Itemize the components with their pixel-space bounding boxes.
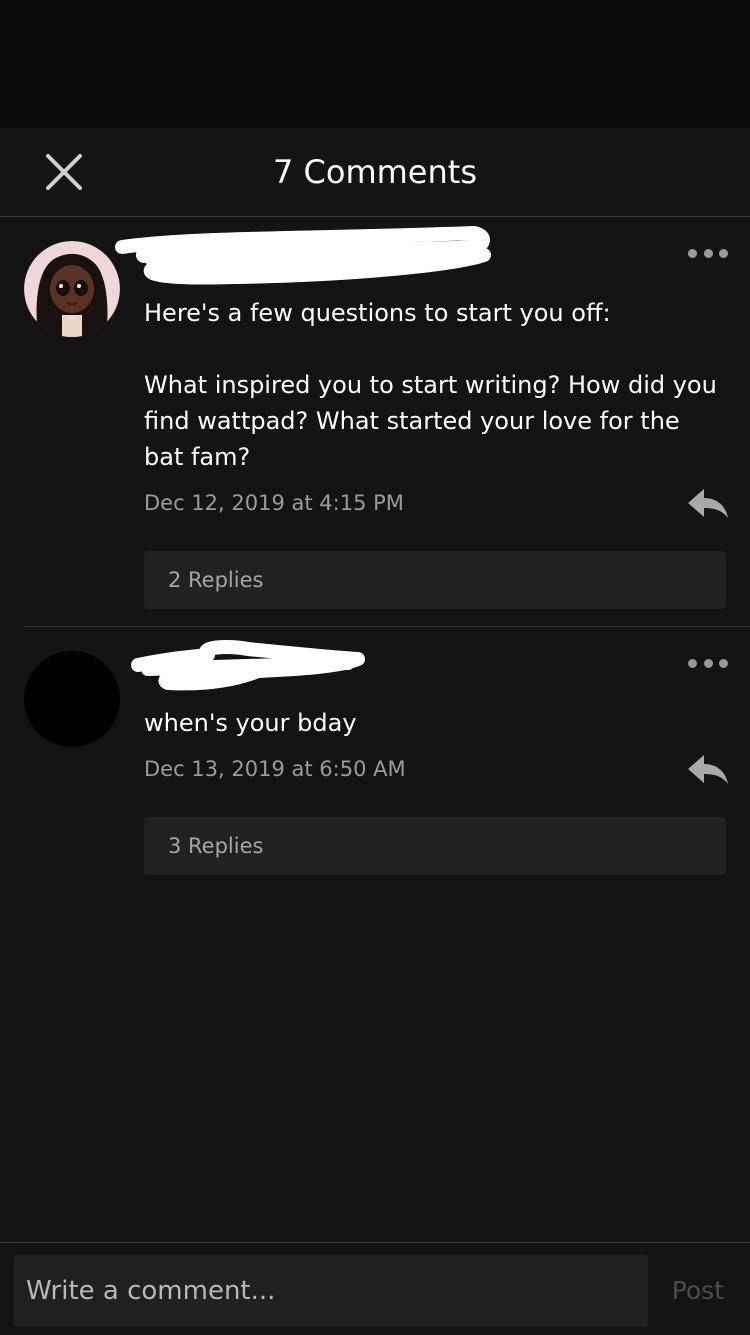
comment-item: Here's a few questions to start you off:… — [0, 217, 750, 627]
more-dot — [719, 658, 728, 668]
comment-timestamp: Dec 13, 2019 at 6:50 AM — [144, 757, 406, 781]
more-options-button[interactable] — [688, 655, 728, 671]
reply-arrow-icon — [688, 755, 728, 784]
comment-composer: Post — [0, 1242, 750, 1335]
comment-item: when's your bday Dec 13, 2019 at 6:50 AM… — [0, 627, 750, 897]
view-replies-button[interactable]: 2 Replies — [144, 551, 726, 609]
more-dot — [719, 248, 728, 258]
view-replies-button[interactable]: 3 Replies — [144, 817, 726, 875]
comment-text: Here's a few questions to start you off:… — [144, 299, 717, 471]
redacted-username — [131, 640, 365, 691]
post-button[interactable]: Post — [672, 1255, 724, 1327]
comment-text: when's your bday — [144, 709, 357, 737]
reply-arrow-icon — [688, 489, 728, 518]
page-title: 7 Comments — [273, 153, 477, 191]
avatar[interactable] — [24, 651, 120, 747]
comment-list: Here's a few questions to start you off:… — [0, 217, 750, 897]
more-dot — [703, 658, 713, 668]
redacted-username — [115, 226, 491, 285]
avatar-image — [24, 241, 120, 337]
avatar[interactable] — [24, 241, 120, 337]
comments-header: 7 Comments — [0, 128, 750, 217]
status-bar-area — [0, 0, 750, 128]
comment-input[interactable] — [14, 1255, 648, 1327]
more-options-button[interactable] — [688, 245, 728, 261]
reply-button[interactable] — [686, 487, 730, 521]
more-dot — [703, 248, 713, 258]
comment-timestamp: Dec 12, 2019 at 4:15 PM — [144, 491, 404, 515]
more-horizontal-icon — [688, 248, 697, 258]
more-horizontal-icon — [688, 658, 697, 668]
reply-button[interactable] — [686, 753, 730, 787]
